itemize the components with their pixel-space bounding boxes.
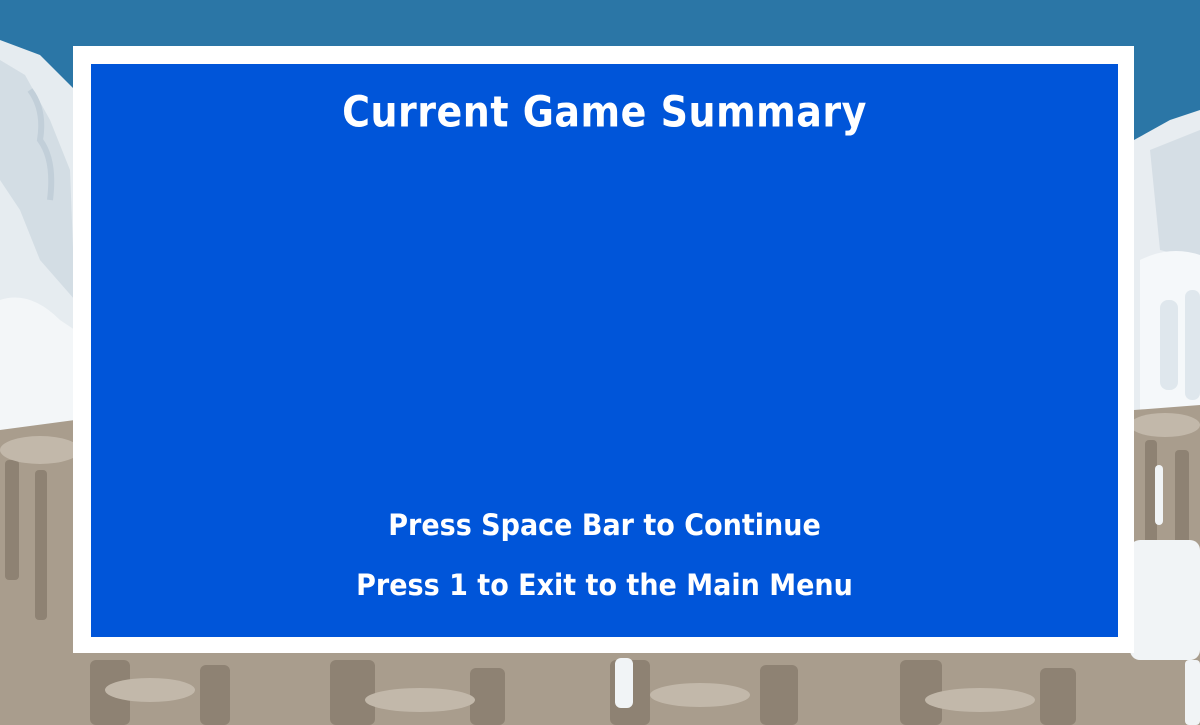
exit-to-menu-prompt: Press 1 to Exit to the Main Menu [356, 568, 853, 603]
summary-panel: Current Game Summary Press Space Bar to … [91, 64, 1118, 637]
summary-frame: Current Game Summary Press Space Bar to … [73, 46, 1134, 653]
game-scene: Current Game Summary Press Space Bar to … [0, 0, 1200, 725]
continue-prompt: Press Space Bar to Continue [388, 508, 821, 543]
summary-title: Current Game Summary [342, 87, 867, 137]
